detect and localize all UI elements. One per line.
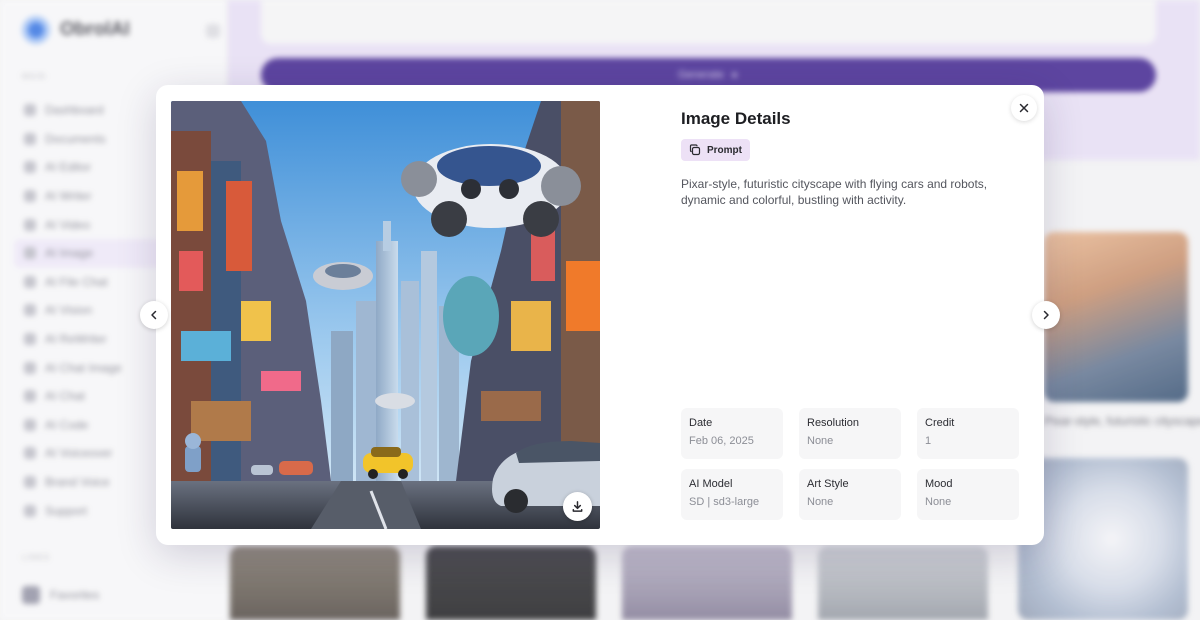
generated-image xyxy=(171,101,600,529)
meta-card-resolution: Resolution None xyxy=(799,408,901,459)
meta-card-date: Date Feb 06, 2025 xyxy=(681,408,783,459)
meta-label: Mood xyxy=(925,478,953,490)
cityscape-image xyxy=(171,101,600,529)
meta-value: None xyxy=(807,435,834,447)
close-icon xyxy=(1019,103,1029,113)
meta-label: Art Style xyxy=(807,478,849,490)
copy-icon xyxy=(689,144,701,156)
meta-label: AI Model xyxy=(689,478,733,490)
meta-card-ai-model: AI Model SD | sd3-large xyxy=(681,469,783,520)
meta-label: Resolution xyxy=(807,417,859,429)
meta-value: Feb 06, 2025 xyxy=(689,435,754,447)
download-icon xyxy=(572,501,583,512)
meta-value: 1 xyxy=(925,435,932,447)
meta-card-mood: Mood None xyxy=(917,469,1019,520)
meta-label: Credit xyxy=(925,417,955,429)
meta-card-credit: Credit 1 xyxy=(917,408,1019,459)
chevron-right-icon xyxy=(1043,310,1049,320)
meta-value: None xyxy=(925,496,952,508)
copy-prompt-button[interactable]: Prompt xyxy=(681,139,750,161)
previous-image-button[interactable] xyxy=(140,301,168,329)
prompt-text: Pixar-style, futuristic cityscape with f… xyxy=(681,177,988,207)
modal-title: Image Details xyxy=(681,109,791,128)
meta-value: None xyxy=(807,496,834,508)
meta-value: SD | sd3-large xyxy=(689,496,760,508)
prompt-label: Prompt xyxy=(707,144,742,156)
image-details-modal: Image Details Prompt Pixar-style, futuri… xyxy=(156,85,1044,545)
close-button[interactable] xyxy=(1011,95,1037,121)
meta-label: Date xyxy=(689,417,713,429)
next-image-button[interactable] xyxy=(1032,301,1060,329)
download-button[interactable] xyxy=(563,492,592,521)
chevron-left-icon xyxy=(151,310,157,320)
meta-card-art-style: Art Style None xyxy=(799,469,901,520)
